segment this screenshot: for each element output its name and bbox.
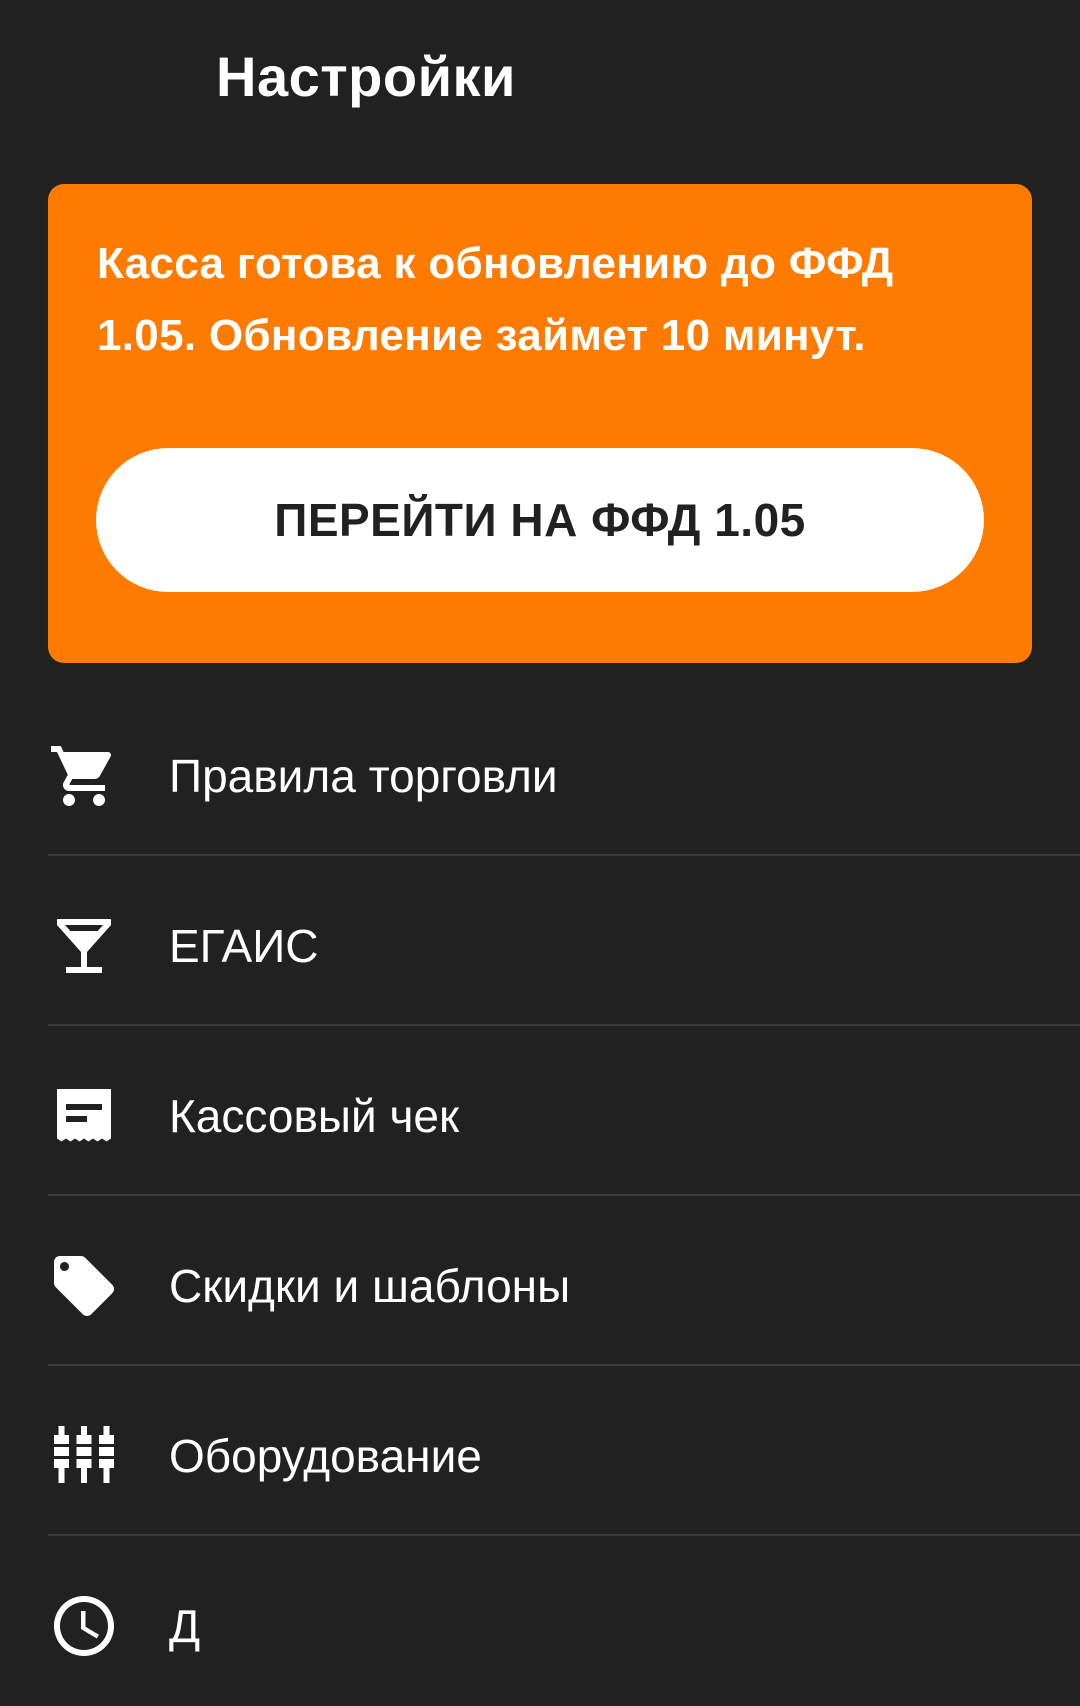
- switch-to-ffd-button[interactable]: ПЕРЕЙТИ НА ФФД 1.05: [96, 448, 984, 592]
- menu-item-label: Д: [169, 1600, 201, 1652]
- equipment-icon: [48, 1420, 120, 1492]
- cocktail-glass-icon: [48, 910, 120, 982]
- menu-item-trade-rules[interactable]: Правила торговли: [0, 686, 1080, 856]
- settings-menu: Правила торговли ЕГАИС Кассовый чек Скид…: [0, 686, 1080, 1706]
- menu-item-receipt[interactable]: Кассовый чек: [0, 1026, 1080, 1196]
- menu-item-egais[interactable]: ЕГАИС: [0, 856, 1080, 1026]
- menu-item-label: Оборудование: [169, 1430, 482, 1482]
- menu-item-label: Скидки и шаблоны: [169, 1260, 571, 1312]
- banner-message: Касса готова к обновлению до ФФД 1.05. О…: [97, 239, 894, 360]
- menu-item-label: Правила торговли: [169, 750, 558, 802]
- menu-item-discounts[interactable]: Скидки и шаблоны: [0, 1196, 1080, 1366]
- menu-item-label: ЕГАИС: [169, 920, 319, 972]
- menu-item-partial[interactable]: Д: [0, 1536, 1080, 1706]
- page-title: Настройки: [216, 45, 516, 108]
- ffd-update-banner: Касса готова к обновлению до ФФД 1.05. О…: [48, 184, 1032, 663]
- menu-item-equipment[interactable]: Оборудование: [0, 1366, 1080, 1536]
- menu-item-label: Кассовый чек: [169, 1090, 460, 1142]
- clock-icon: [48, 1590, 120, 1662]
- tag-icon: [48, 1250, 120, 1322]
- receipt-icon: [48, 1080, 120, 1152]
- app-header: Настройки: [0, 0, 1080, 160]
- cart-icon: [48, 740, 120, 812]
